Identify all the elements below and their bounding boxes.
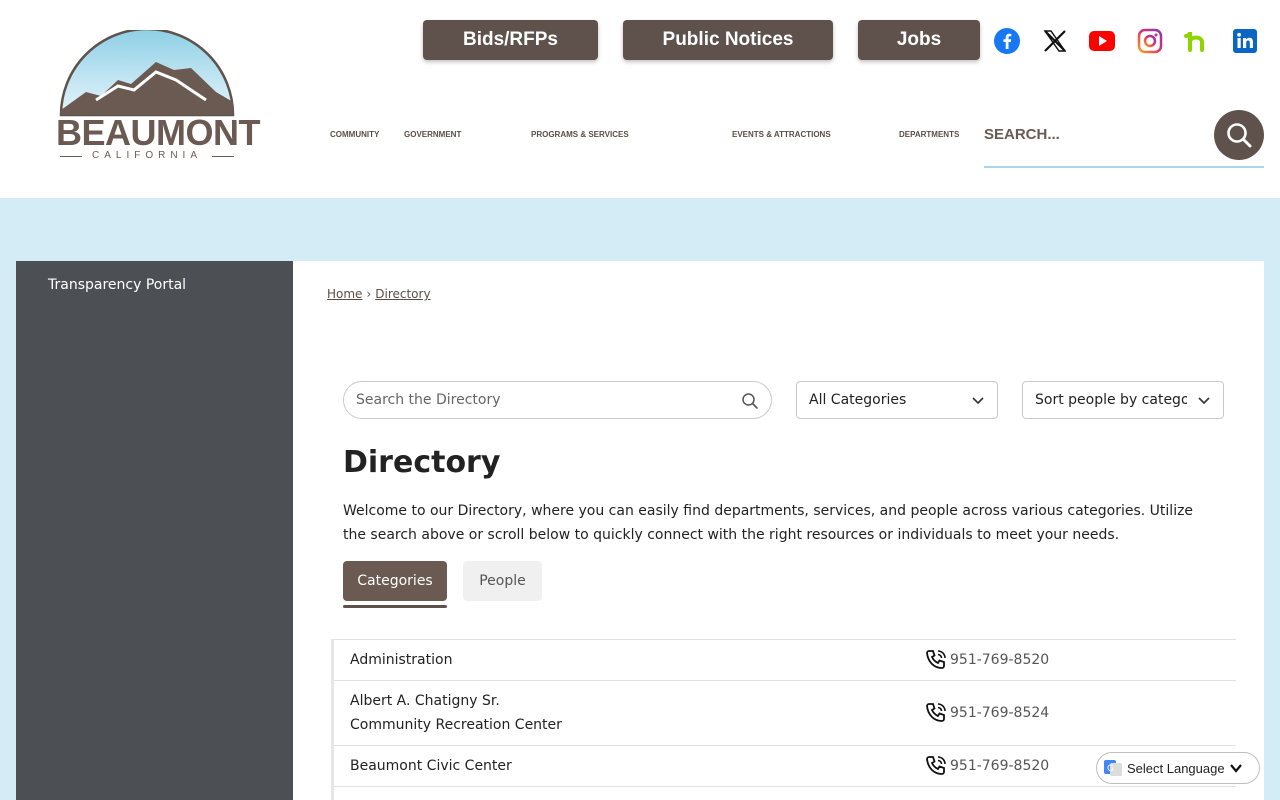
phone-icon: [926, 756, 946, 775]
directory-item-name[interactable]: Administration: [334, 648, 924, 672]
public-notices-button[interactable]: Public Notices: [623, 20, 833, 60]
language-select[interactable]: G Select Language: [1096, 752, 1260, 784]
nav-programs-services[interactable]: Programs & Services: [531, 130, 629, 139]
instagram-icon[interactable]: [1135, 26, 1165, 56]
chevron-down-icon: [1198, 397, 1210, 405]
logo-subtitle: CALIFORNIA: [91, 150, 202, 161]
sidebar: Transparency Portal: [16, 261, 293, 800]
phone-icon: [926, 703, 946, 722]
directory-search: [343, 381, 772, 419]
site-search-button[interactable]: [1214, 110, 1264, 160]
facebook-icon[interactable]: [992, 26, 1022, 56]
svg-text:G: G: [1107, 764, 1114, 774]
tab-categories[interactable]: Categories: [343, 561, 447, 601]
list-item: Albert A. Chatigny Sr. Community Recreat…: [334, 680, 1236, 745]
site-search-input[interactable]: [984, 120, 1204, 148]
directory-item-phone[interactable]: 951-769-8520: [924, 754, 1049, 778]
youtube-icon[interactable]: [1087, 26, 1117, 56]
site-search: [984, 110, 1264, 168]
google-translate-icon: G: [1104, 760, 1122, 776]
search-icon: [1227, 123, 1252, 148]
phone-number: 951-769-8524: [950, 705, 1050, 721]
directory-item-phone[interactable]: 951-769-8520: [924, 648, 1049, 672]
beaumont-logo[interactable]: BEAUMONT CALIFORNIA: [56, 27, 260, 164]
sidebar-item-transparency-portal[interactable]: Transparency Portal: [48, 277, 186, 293]
nextdoor-icon[interactable]: [1182, 26, 1212, 56]
breadcrumb-home-link[interactable]: Home: [327, 287, 362, 301]
category-select[interactable]: All Categories: [796, 381, 998, 419]
mountain-logo-icon: [59, 27, 235, 117]
phone-number: 951-769-8520: [950, 652, 1050, 668]
logo-rule-right: [212, 156, 234, 157]
chevron-down-icon: [972, 397, 984, 405]
directory-item-phone[interactable]: 951-769-8524: [924, 701, 1049, 725]
language-select-label: Select Language: [1127, 760, 1225, 776]
page-description: Welcome to our Directory, where you can …: [343, 503, 1194, 543]
tab-people[interactable]: People: [463, 561, 542, 601]
nav-government[interactable]: Government: [404, 130, 461, 139]
linkedin-icon[interactable]: [1230, 26, 1260, 56]
x-twitter-icon[interactable]: [1040, 26, 1070, 56]
directory-item-name[interactable]: Beaumont Civic Center: [334, 754, 924, 778]
list-item: Administration 951-769-8520: [334, 639, 1236, 680]
directory-search-input[interactable]: [356, 390, 726, 410]
main-content: Home›Directory All Categories Sort peopl…: [293, 261, 1264, 800]
directory-item-name[interactable]: Albert A. Chatigny Sr. Community Recreat…: [334, 689, 924, 737]
sort-select[interactable]: Sort people by category: [1022, 381, 1224, 419]
breadcrumb-directory-link[interactable]: Directory: [375, 287, 430, 301]
phone-icon: [926, 650, 946, 669]
active-tab-indicator: [343, 605, 447, 608]
nav-departments[interactable]: Departments: [899, 130, 959, 139]
nav-events-attractions[interactable]: Events & Attractions: [732, 130, 831, 139]
breadcrumb: Home › Directory: [327, 287, 431, 301]
bids-rfps-button[interactable]: Bids/RFPs: [423, 20, 598, 60]
search-icon[interactable]: [741, 392, 759, 410]
phone-number: 951-769-8520: [950, 758, 1050, 774]
sort-select-value: Sort people by category: [1035, 392, 1187, 408]
chevron-down-icon: [1229, 764, 1242, 773]
nav-community[interactable]: Community: [330, 130, 379, 139]
list-item: [334, 786, 1236, 800]
jobs-button[interactable]: Jobs: [858, 20, 980, 60]
page-title: Directory: [343, 445, 501, 480]
breadcrumb-separator: ›: [366, 287, 372, 301]
site-header: BEAUMONT CALIFORNIA Bids/RFPs Public Not…: [0, 0, 1280, 198]
logo-wordmark: BEAUMONT: [56, 112, 260, 153]
category-select-value: All Categories: [809, 392, 907, 408]
